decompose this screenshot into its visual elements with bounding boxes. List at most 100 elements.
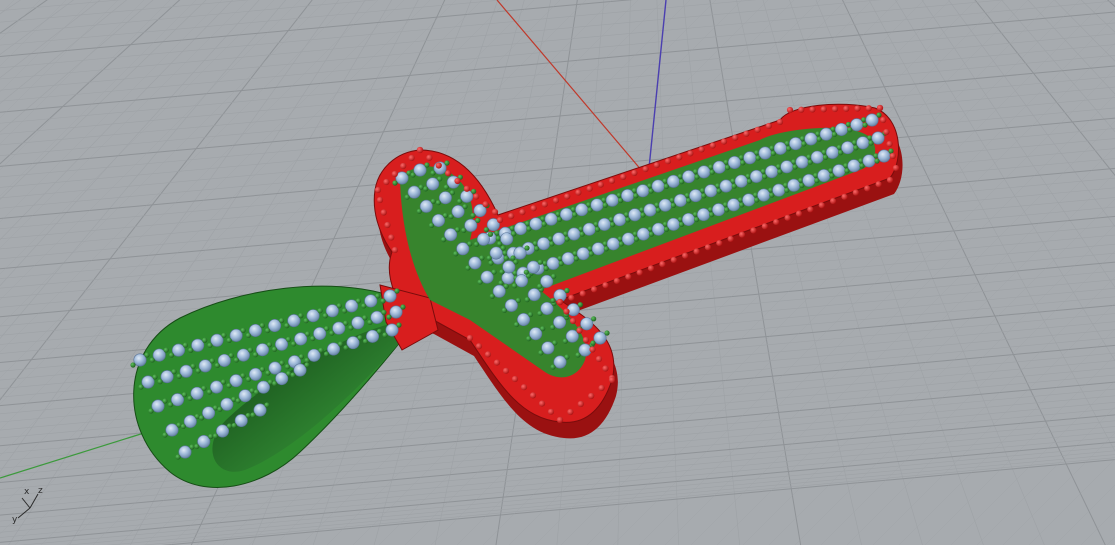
round-gem-icon xyxy=(628,208,642,222)
prong-ball xyxy=(655,207,661,213)
prong-ball xyxy=(590,340,596,346)
rhino-perspective-viewport[interactable]: x z y xyxy=(0,0,1115,545)
round-gem-icon xyxy=(527,288,541,302)
prong-ball xyxy=(266,342,273,348)
grid-line xyxy=(0,76,1115,178)
border-bead xyxy=(876,104,884,112)
border-bead xyxy=(693,248,700,255)
prong-ball xyxy=(724,207,730,213)
border-bead xyxy=(659,261,666,268)
prong-ball xyxy=(701,193,707,199)
round-gem-icon xyxy=(183,414,197,428)
round-gem-icon xyxy=(179,364,193,378)
border-bead xyxy=(798,106,805,113)
border-bead xyxy=(602,365,609,372)
prong-ball xyxy=(265,370,271,376)
prong-ball xyxy=(394,288,400,294)
border-bead xyxy=(408,154,415,162)
prong-ball xyxy=(575,352,581,358)
round-gem-icon xyxy=(468,256,482,270)
round-gem-icon xyxy=(689,189,703,203)
round-gem-icon xyxy=(268,361,282,375)
prong-ball xyxy=(770,150,776,156)
prong-ball xyxy=(443,184,449,190)
prong-ball xyxy=(511,283,518,289)
prong-ball xyxy=(435,200,441,206)
prong-ball xyxy=(497,241,503,247)
prong-ball xyxy=(245,376,252,382)
border-bead xyxy=(400,162,407,170)
prong-ball xyxy=(284,323,290,329)
prong-ball xyxy=(250,412,256,418)
prong-ball xyxy=(187,395,193,401)
prong-ball xyxy=(167,402,174,408)
border-bead xyxy=(807,206,814,213)
gizmo-x-label: x xyxy=(24,487,30,497)
round-gem-icon xyxy=(834,122,848,136)
prong-ball xyxy=(786,146,792,152)
grid-line xyxy=(0,0,757,69)
round-gem-icon xyxy=(817,169,831,183)
border-bead xyxy=(865,105,872,112)
border-bead xyxy=(376,196,384,204)
round-gem-icon xyxy=(832,164,846,178)
round-gem-icon xyxy=(580,317,594,331)
border-bead xyxy=(841,193,848,200)
prong-ball xyxy=(149,357,155,363)
border-bead xyxy=(556,298,564,306)
round-gem-icon xyxy=(651,222,665,236)
border-bead xyxy=(575,189,582,196)
prong-ball xyxy=(221,332,227,338)
round-gem-icon xyxy=(772,183,786,197)
round-gem-icon xyxy=(383,289,397,303)
prong-ball xyxy=(838,150,844,156)
border-bead xyxy=(613,277,620,285)
round-gem-icon xyxy=(565,329,579,343)
border-bead xyxy=(426,154,433,161)
border-bead xyxy=(416,146,424,154)
prong-ball xyxy=(831,131,838,138)
border-bead xyxy=(482,201,489,208)
prong-ball xyxy=(537,310,543,317)
prong-ball xyxy=(816,136,822,142)
round-gem-icon xyxy=(773,141,787,155)
prong-ball xyxy=(731,183,737,189)
prong-ball xyxy=(226,337,232,343)
round-gem-icon xyxy=(275,337,289,351)
round-gem-icon xyxy=(476,232,490,246)
round-gem-icon xyxy=(567,227,581,241)
border-bead xyxy=(568,294,575,301)
prong-ball xyxy=(416,208,422,214)
round-gem-icon xyxy=(502,260,516,274)
prong-ball xyxy=(343,320,349,326)
round-gem-icon xyxy=(712,160,726,174)
prong-ball xyxy=(375,293,381,299)
prong-ball xyxy=(423,186,429,192)
prong-ball xyxy=(648,231,655,237)
prong-ball xyxy=(441,237,447,243)
prong-ball xyxy=(537,259,543,265)
prong-ball xyxy=(162,432,168,438)
prong-ball xyxy=(376,328,383,334)
round-gem-icon xyxy=(749,169,763,183)
border-bead xyxy=(374,186,382,194)
gizmo-y-label: y xyxy=(12,515,18,525)
round-gem-icon xyxy=(492,284,506,298)
prong-ball xyxy=(448,213,454,220)
prong-ball xyxy=(265,327,271,334)
round-gem-icon xyxy=(727,155,741,169)
round-gem-icon xyxy=(217,353,231,367)
prong-ball xyxy=(579,231,585,237)
border-bead xyxy=(576,327,583,334)
prong-ball xyxy=(400,304,406,310)
round-gem-icon xyxy=(621,232,635,246)
prong-ball xyxy=(487,231,494,237)
border-bead xyxy=(586,185,593,192)
border-bead xyxy=(529,392,537,399)
border-bead xyxy=(388,234,395,241)
round-gem-icon xyxy=(229,374,243,388)
prong-ball xyxy=(437,176,443,182)
round-gem-icon xyxy=(253,403,267,417)
viewport-canvas[interactable] xyxy=(0,0,1115,545)
round-gem-icon xyxy=(426,177,440,191)
